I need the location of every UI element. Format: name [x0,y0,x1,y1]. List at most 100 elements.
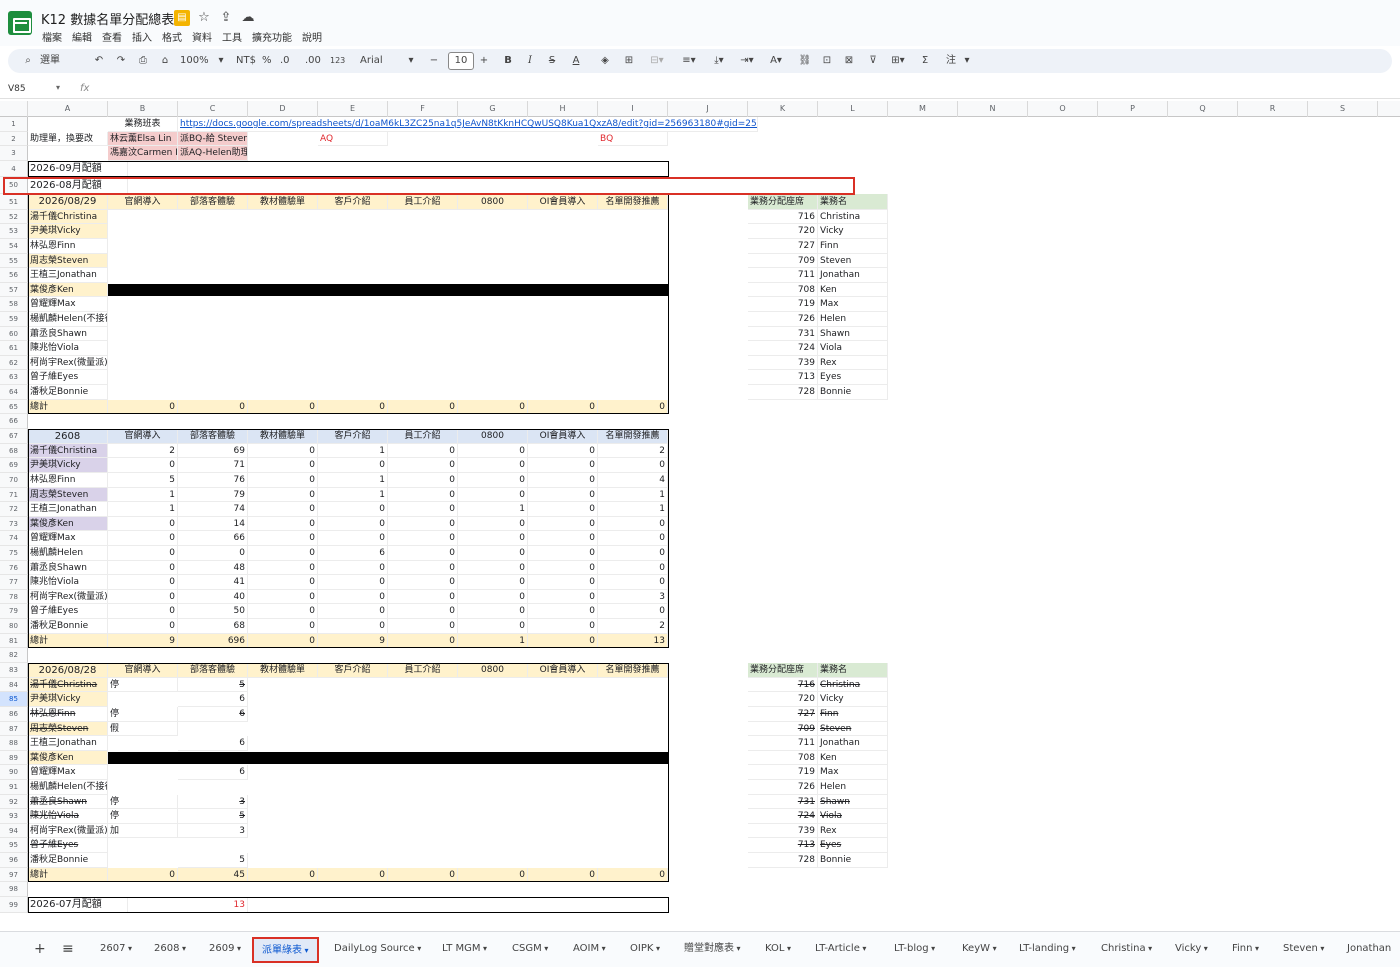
sheet-tab[interactable]: LT-Article ▾ [815,937,866,963]
cell-K89[interactable]: 708 [748,750,818,766]
cell-D74[interactable]: 0 [248,531,318,546]
cell-B97[interactable]: 0 [108,867,178,883]
cell-A76[interactable]: 蕭丞良Shawn [28,560,108,576]
cell-A85[interactable]: 尹美琪Vicky [28,692,108,707]
cell-D97[interactable]: 0 [248,867,318,883]
filter-icon[interactable]: ⊽ [866,49,880,73]
cell-I76[interactable]: 0 [598,560,668,576]
cell-F81[interactable]: 0 [388,633,458,649]
tab-chevron-down-icon[interactable]: ▾ [125,944,132,953]
cell-B77[interactable]: 0 [108,575,178,590]
cell-A75[interactable]: 楊凱麟Helen [28,546,108,561]
cell-E51[interactable]: 客戶介紹 [318,193,388,210]
cell-G68[interactable]: 0 [458,443,528,459]
cell-L94[interactable]: Rex [818,823,888,839]
sheet-tab[interactable]: 贈堂對應表 ▾ [684,937,741,963]
cell-F51[interactable]: 員工介紹 [388,193,458,210]
cell-H77[interactable]: 0 [528,575,598,590]
cell-I78[interactable]: 3 [598,589,668,605]
cell-C93[interactable]: 5 [178,809,248,824]
zoom-chevron-down-icon[interactable]: ▾ [216,49,226,73]
menu-item[interactable]: 說明 [302,29,322,44]
cell-K94[interactable]: 739 [748,823,818,839]
cell-B73[interactable]: 0 [108,516,178,532]
row-number[interactable]: 54 [0,239,28,254]
cell-I71[interactable]: 1 [598,487,668,503]
zoom-select[interactable]: 100% [180,49,209,73]
cell-K85[interactable]: 720 [748,692,818,707]
row-number[interactable]: 77 [0,575,28,590]
cell-G72[interactable]: 1 [458,502,528,517]
filter-views-icon[interactable]: ⊞▾ [886,49,910,73]
cell-K83[interactable]: 業務分配座席 [748,662,818,678]
tab-chevron-down-icon[interactable]: ▾ [234,944,241,953]
cell-B72[interactable]: 1 [108,502,178,517]
sheet-tab[interactable]: CSGM ▾ [512,937,548,963]
merge-cells-icon[interactable]: ⊟▾ [646,49,668,73]
slides-badge-icon[interactable]: ▤ [174,10,190,26]
cell-L93[interactable]: Viola [818,809,888,824]
cell-B68[interactable]: 2 [108,443,178,459]
cell-E68[interactable]: 1 [318,443,388,459]
cell-A55[interactable]: 周志榮Steven [28,253,108,269]
cell-A64[interactable]: 潘秋足Bonnie [28,385,108,400]
cell-E72[interactable]: 0 [318,502,388,517]
cell-K96[interactable]: 728 [748,853,818,868]
cell-L95[interactable]: Eyes [818,838,888,853]
row-number[interactable]: 60 [0,326,28,342]
cell-C1[interactable]: https://docs.google.com/spreadsheets/d/1… [178,117,758,132]
cell-F72[interactable]: 0 [388,502,458,517]
cell-C70[interactable]: 76 [178,473,248,488]
cell-G76[interactable]: 0 [458,560,528,576]
tab-chevron-down-icon[interactable]: ▾ [1318,944,1324,953]
cell-A61[interactable]: 陳兆怡Viola [28,341,108,356]
cell-A59[interactable]: 楊凱麟Helen(不接行銷單) [28,312,108,327]
cell-A53[interactable]: 尹美琪Vicky [28,224,108,239]
cell-E74[interactable]: 0 [318,531,388,546]
sheet-tab[interactable]: LT MGM ▾ [442,937,487,963]
tab-chevron-down-icon[interactable]: ▾ [481,944,487,953]
cell-A99[interactable]: 2026-07月配額 [28,896,128,913]
menu-item[interactable]: 檔案 [42,29,62,44]
row-number[interactable]: 93 [0,809,28,824]
cell-C71[interactable]: 79 [178,487,248,503]
cell-E70[interactable]: 1 [318,473,388,488]
row-number[interactable]: 87 [0,721,28,737]
cell-B94[interactable]: 加 [108,823,178,839]
row-number[interactable]: 97 [0,867,28,883]
cell-B92[interactable]: 停 [108,794,178,810]
print-icon[interactable]: ⎙ [136,49,150,73]
cell-A95[interactable]: 曾子維Eyes [28,838,108,853]
cell-I72[interactable]: 1 [598,502,668,517]
decrease-decimal-button[interactable]: .0 [280,49,290,73]
cell-F79[interactable]: 0 [388,604,458,619]
row-number[interactable]: 88 [0,736,28,751]
tab-chevron-down-icon[interactable]: ▾ [415,944,421,953]
sheet-tab[interactable]: OIPK ▾ [630,937,660,963]
cell-A77[interactable]: 陳兆怡Viola [28,575,108,590]
cell-C68[interactable]: 69 [178,443,248,459]
vertical-align-icon[interactable]: ⤓▾ [708,49,730,73]
menu-item[interactable]: 插入 [132,29,152,44]
row-number[interactable]: 59 [0,312,28,327]
cell-C78[interactable]: 40 [178,589,248,605]
cell-C2[interactable]: 派BQ-給 Steven [178,131,248,147]
cell-L88[interactable]: Jonathan [818,736,888,751]
cell-D71[interactable]: 0 [248,487,318,503]
menu-item[interactable]: 工具 [222,29,242,44]
cell-I51[interactable]: 名單開發推薦 [598,193,668,210]
cell-F74[interactable]: 0 [388,531,458,546]
row-number[interactable]: 70 [0,473,28,488]
cell-L83[interactable]: 業務名 [818,662,888,678]
cell-G77[interactable]: 0 [458,575,528,590]
cell-I70[interactable]: 4 [598,473,668,488]
row-number[interactable]: 1 [0,117,28,132]
cell-G80[interactable]: 0 [458,619,528,634]
tab-chevron-down-icon[interactable]: ▾ [599,944,606,953]
cell-B2[interactable]: 林云薰Elsa Lin [108,131,178,147]
text-color-button[interactable]: A [568,49,584,73]
cell-H51[interactable]: OI會員導入 [528,193,598,210]
cell-C72[interactable]: 74 [178,502,248,517]
menu-item[interactable]: 格式 [162,29,182,44]
borders-icon[interactable]: ⊞ [622,49,636,73]
